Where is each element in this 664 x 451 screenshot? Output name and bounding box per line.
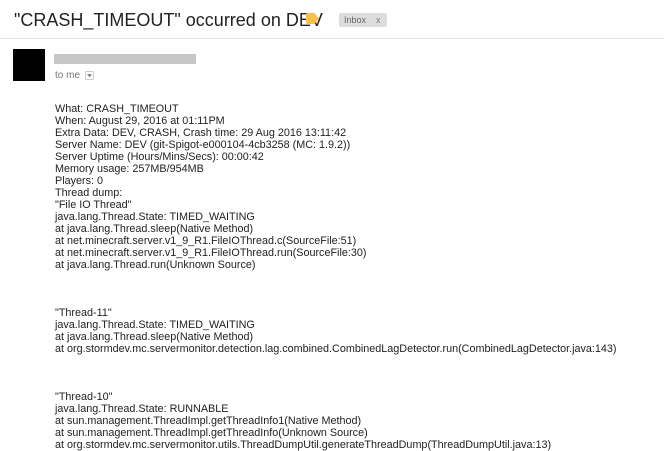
remove-label-button[interactable]: x xyxy=(376,13,381,27)
body-line: java.lang.Thread.State: RUNNABLE xyxy=(55,403,229,415)
chevron-down-icon xyxy=(87,74,93,78)
body-line: Server Uptime (Hours/Mins/Secs): 00:00:4… xyxy=(55,151,264,163)
body-line: Memory usage: 257MB/954MB xyxy=(55,163,204,175)
show-details-button[interactable] xyxy=(85,71,95,80)
body-line: Players: 0 xyxy=(55,175,104,187)
body-line: at java.lang.Thread.sleep(Native Method) xyxy=(55,223,254,235)
body-line: "Thread-10" xyxy=(55,391,113,403)
body-line: at net.minecraft.server.v1_9_R1.FileIOTh… xyxy=(55,235,357,247)
body-line: When: August 29, 2016 at 01:11PM xyxy=(55,115,225,127)
body-line: java.lang.Thread.State: TIMED_WAITING xyxy=(55,211,255,223)
recipient-text: to me xyxy=(55,70,81,81)
body-line: at java.lang.Thread.run(Unknown Source) xyxy=(55,259,256,271)
redacted-sender-name xyxy=(54,54,196,64)
body-line: "File IO Thread" xyxy=(55,199,132,211)
body-line: at org.stormdev.mc.servermonitor.utils.T… xyxy=(55,439,552,451)
email-subject: "CRASH_TIMEOUT" occurred on DEV xyxy=(14,10,323,30)
email-header: "CRASH_TIMEOUT" occurred on DEV Inbox x xyxy=(0,0,664,39)
body-line: Server Name: DEV (git-Spigot-e000104-4cb… xyxy=(55,139,351,151)
body-line: at java.lang.Thread.sleep(Native Method) xyxy=(55,331,254,343)
body-line: at net.minecraft.server.v1_9_R1.FileIOTh… xyxy=(55,247,367,259)
email-body: What: CRASH_TIMEOUT When: August 29, 2016… xyxy=(55,103,660,451)
body-line: at sun.management.ThreadImpl.getThreadIn… xyxy=(55,415,362,427)
body-line: at org.stormdev.mc.servermonitor.detecti… xyxy=(55,343,617,355)
body-line: java.lang.Thread.State: TIMED_WAITING xyxy=(55,319,255,331)
body-line: What: CRASH_TIMEOUT xyxy=(55,103,179,115)
sender-avatar xyxy=(13,49,45,81)
body-line: "Thread-11" xyxy=(55,307,112,319)
body-line: Extra Data: DEV, CRASH, Crash time: 29 A… xyxy=(55,127,347,139)
inbox-label-text: Inbox xyxy=(344,15,367,25)
body-line: at sun.management.ThreadImpl.getThreadIn… xyxy=(55,427,368,439)
label-tag-icon[interactable] xyxy=(306,13,319,24)
recipient-line: to me xyxy=(55,69,95,83)
inbox-label-chip[interactable]: Inbox x xyxy=(339,13,387,27)
body-line: Thread dump: xyxy=(55,187,123,199)
